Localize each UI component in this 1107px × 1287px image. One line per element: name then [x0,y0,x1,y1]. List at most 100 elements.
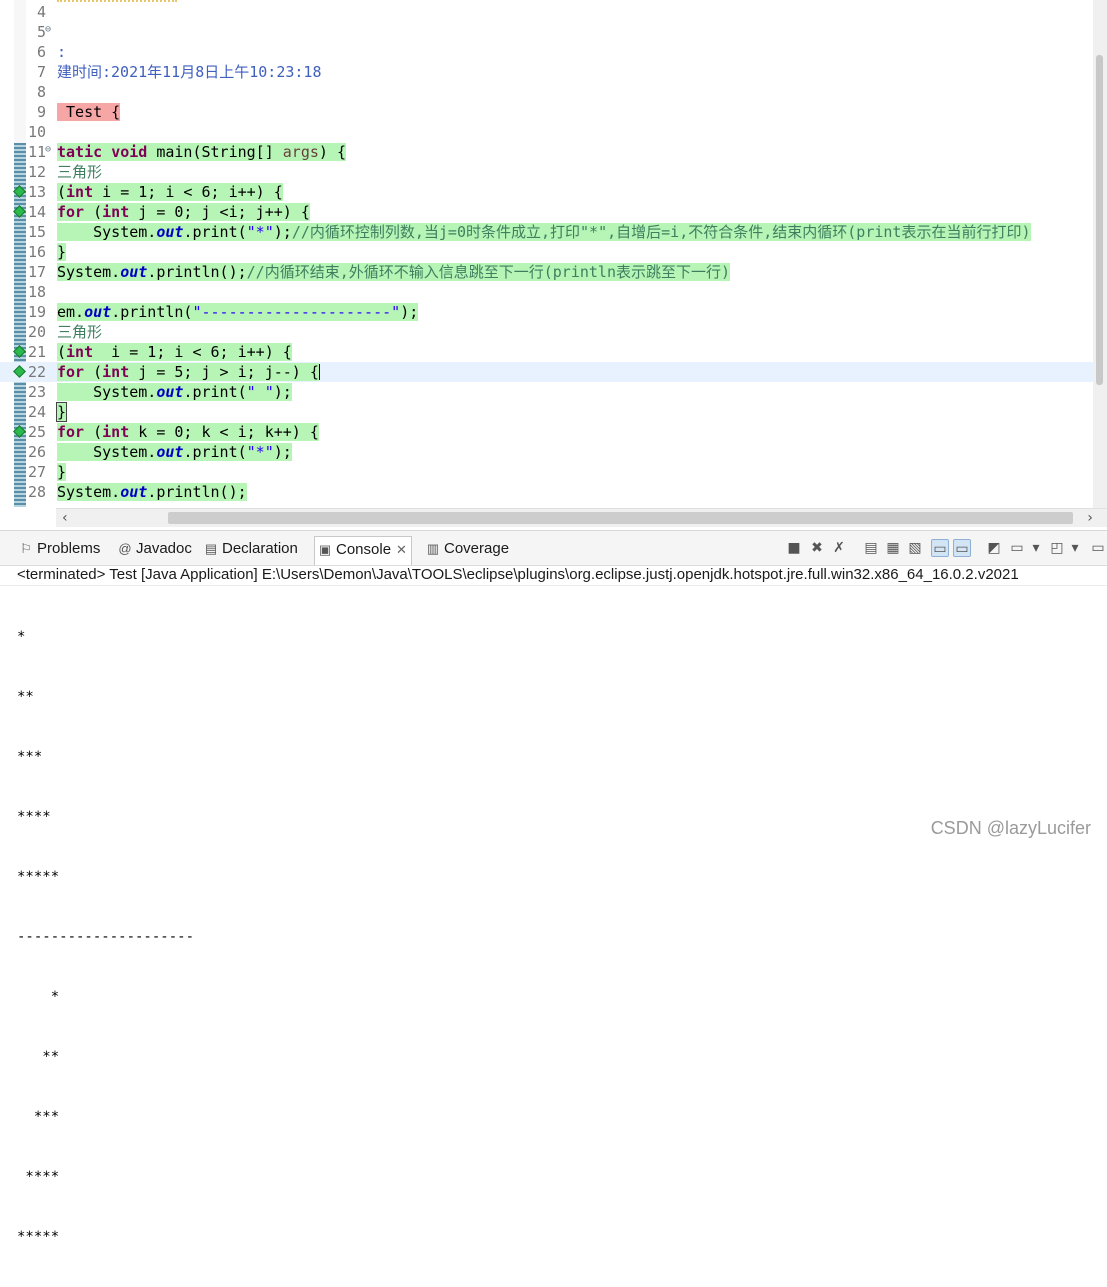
line-number: 27 [27,463,46,481]
show-on-stderr-icon[interactable]: ▭ [953,539,971,557]
horizontal-scrollbar-thumb[interactable] [168,512,1073,524]
line-number: 18 [27,283,46,301]
code-line[interactable]: 28 System.out.println(); [0,482,1107,502]
code-line[interactable]: 20 三角形 [0,322,1107,342]
fold-toggle-icon[interactable]: ⊖ [45,144,51,156]
code-line[interactable]: 17 System.out.println();//内循环结束,外循环不输入信息… [0,262,1107,282]
terminate-icon[interactable]: ■ [785,539,803,557]
problems-icon: ⚐ [20,541,32,556]
code-line[interactable]: 4 [0,2,1107,22]
console-output[interactable]: * ** *** **** ***** --------------------… [17,587,194,1287]
code-text[interactable]: for (int j = 0; j <i; j++) { [57,202,310,222]
output-line: ***** [17,1229,60,1245]
output-line: ** [17,689,34,705]
code-line[interactable]: 9 Test { [0,102,1107,122]
vertical-scrollbar[interactable] [1093,0,1107,508]
code-text[interactable]: tatic void main(String[] args) { [57,142,346,162]
code-line[interactable]: 23 System.out.print(" "); [0,382,1107,402]
tab-console[interactable]: ▣ Console ✕ [314,536,412,565]
code-line[interactable]: 8 [0,82,1107,102]
code-line[interactable]: 10 [0,122,1107,142]
line-number: 10 [27,123,46,141]
code-line[interactable]: 19 em.out.println("---------------------… [0,302,1107,322]
line-number: 11 [27,143,46,161]
code-text[interactable]: 三角形 [57,322,102,342]
chevron-down-icon[interactable]: ▾ [1066,539,1084,557]
code-text[interactable]: System.out.println();//内循环结束,外循环不输入信息跳至下… [57,262,731,282]
code-line[interactable]: 24 } [0,402,1107,422]
code-text[interactable]: } [57,462,67,482]
line-number: 21 [27,343,46,361]
code-text[interactable]: em.out.println("---------------------"); [57,302,419,322]
code-line[interactable]: 25 for (int k = 0; k < i; k++) { [0,422,1107,442]
clear-console-icon[interactable]: ▤ [862,539,880,557]
code-text[interactable]: System.out.print("*");//内循环控制列数,当j=0时条件成… [57,222,1031,242]
code-text[interactable]: for (int k = 0; k < i; k++) { [57,422,319,442]
code-line-current[interactable]: 22 for (int j = 5; j > i; j--) { [0,362,1107,382]
code-text[interactable]: System.out.print("*"); [57,442,292,462]
minimize-icon[interactable]: ▭ [1089,539,1107,557]
tab-coverage[interactable]: ▥ Coverage [425,538,509,560]
tab-problems[interactable]: ⚐ Problems [18,538,100,560]
coverage-icon: ▥ [426,541,440,556]
scroll-right-icon[interactable]: › [1083,509,1097,527]
coverage-marker-icon [13,345,26,358]
line-number: 25 [27,423,46,441]
tab-declaration[interactable]: ▤ Declaration [203,538,298,560]
code-line[interactable]: 26 System.out.print("*"); [0,442,1107,462]
code-text[interactable]: } [57,242,67,262]
vertical-scrollbar-thumb[interactable] [1096,55,1103,385]
code-text[interactable]: (int i = 1; i < 6; i++) { [57,182,283,202]
output-line: * [17,629,26,645]
code-line[interactable]: 14 for (int j = 0; j <i; j++) { [0,202,1107,222]
code-line[interactable]: 7 建时间:2021年11月8日上午10:23:18 [0,62,1107,82]
code-editor[interactable]: 4 5 ⊖ 6 : 7 建时间:2021年11月8日上午10:23:18 8 9… [0,0,1107,508]
code-text[interactable]: 建时间:2021年11月8日上午10:23:18 [57,62,322,82]
code-line[interactable]: 13 (int i = 1; i < 6; i++) { [0,182,1107,202]
line-number: 23 [27,383,46,401]
line-number: 4 [36,3,46,21]
remove-launch-icon[interactable]: ✖ [808,539,826,557]
code-line[interactable]: 12 三角形 [0,162,1107,182]
console-status: <terminated> Test [Java Application] E:\… [0,565,1107,586]
output-line: --------------------- [17,929,195,945]
close-icon[interactable]: ✕ [396,542,407,557]
code-line[interactable]: 27 } [0,462,1107,482]
code-line[interactable]: 6 : [0,42,1107,62]
code-line[interactable]: 16 } [0,242,1107,262]
code-text[interactable]: (int i = 1; i < 6; i++) { [57,342,292,362]
display-console-icon[interactable]: ▭ [1008,539,1026,557]
code-text[interactable]: 三角形 [57,162,102,182]
line-number: 8 [36,83,46,101]
code-line[interactable]: 15 System.out.print("*");//内循环控制列数,当j=0时… [0,222,1107,242]
code-text[interactable]: } [55,402,68,422]
code-line[interactable]: 18 [0,282,1107,302]
scroll-lock-icon[interactable]: ▦ [884,539,902,557]
code-line[interactable]: 11 ⊖ tatic void main(String[] args) { [0,142,1107,162]
open-console-icon[interactable]: ◰ [1048,539,1066,557]
fold-toggle-icon[interactable]: ⊖ [45,24,51,36]
pin-console-icon[interactable]: ◩ [985,539,1003,557]
horizontal-scrollbar[interactable]: ‹ › [56,508,1107,527]
word-wrap-icon[interactable]: ▧ [906,539,924,557]
code-text[interactable]: for (int j = 5; j > i; j--) { [57,362,320,382]
class-declaration-highlight: Test { [57,103,121,121]
show-on-stdout-icon[interactable]: ▭ [931,539,949,557]
line-number: 19 [27,303,46,321]
code-text[interactable]: : [57,42,66,62]
code-text[interactable]: System.out.print(" "); [57,382,292,402]
code-line[interactable]: 5 ⊖ [0,22,1107,42]
tab-javadoc[interactable]: @ Javadoc [117,538,191,560]
declaration-icon: ▤ [204,541,218,556]
line-number: 24 [27,403,46,421]
line-number: 17 [27,263,46,281]
chevron-down-icon[interactable]: ▾ [1027,539,1045,557]
output-line: ***** [17,869,60,885]
output-line: **** [17,1169,60,1185]
code-line[interactable]: 21 (int i = 1; i < 6; i++) { [0,342,1107,362]
remove-all-terminated-icon[interactable]: ✗ [830,539,848,557]
code-text[interactable]: System.out.println(); [57,482,247,502]
scroll-left-icon[interactable]: ‹ [58,509,72,527]
code-text[interactable]: Test { [57,102,121,122]
line-number: 9 [36,103,46,121]
